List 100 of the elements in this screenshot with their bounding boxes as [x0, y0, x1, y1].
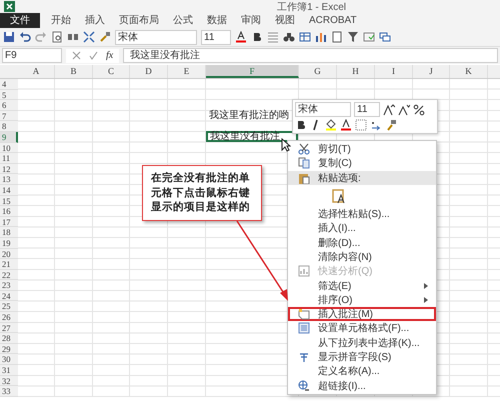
file-tab[interactable]: 文件: [0, 13, 40, 28]
window-icon[interactable]: [379, 31, 391, 43]
brush-icon[interactable]: [99, 31, 111, 43]
menu-item[interactable]: 从下拉列表中选择(K)...: [288, 336, 436, 350]
name-box[interactable]: F9: [2, 48, 62, 63]
font-dropdown[interactable]: 宋体: [295, 102, 351, 117]
document-icon[interactable]: [331, 31, 343, 43]
ribbon-tab[interactable]: 开始: [44, 13, 78, 28]
row-header[interactable]: 5: [0, 90, 18, 100]
binoculars-icon[interactable]: [283, 31, 295, 43]
row-header[interactable]: 16: [0, 206, 18, 217]
ribbon-tab[interactable]: 审阅: [234, 13, 268, 28]
confirm-icon[interactable]: [89, 51, 98, 60]
row-header[interactable]: 10: [0, 142, 18, 154]
ribbon-tab[interactable]: 数据: [200, 13, 234, 28]
column-header[interactable]: I: [375, 65, 413, 78]
row-header[interactable]: 31: [0, 365, 18, 376]
row-header[interactable]: 20: [0, 248, 18, 260]
fill-color-icon[interactable]: [325, 119, 337, 131]
align-icon[interactable]: [267, 31, 279, 43]
format-painter-icon[interactable]: [385, 119, 397, 131]
menu-item[interactable]: 显示拼音字段(S): [288, 350, 436, 364]
column-header[interactable]: K: [450, 65, 488, 78]
shrink-font-icon[interactable]: [398, 104, 410, 116]
font-color-icon[interactable]: [235, 31, 247, 43]
row-header[interactable]: 28: [0, 333, 18, 344]
column-header[interactable]: F: [206, 65, 299, 78]
column-header[interactable]: B: [55, 65, 93, 78]
row-header[interactable]: 17: [0, 216, 18, 228]
row-header[interactable]: 19: [0, 238, 18, 248]
row-header[interactable]: 29: [0, 344, 18, 354]
decimal-icon[interactable]: [370, 119, 382, 131]
chart-icon: [298, 265, 310, 278]
ribbon-tab[interactable]: 公式: [166, 13, 200, 28]
grow-font-icon[interactable]: [383, 104, 395, 116]
font-size-dropdown[interactable]: 11: [354, 102, 380, 117]
row-header[interactable]: 15: [0, 196, 18, 206]
formula-field[interactable]: 我这里没有批注: [123, 48, 498, 63]
row-header[interactable]: 24: [0, 290, 18, 302]
row-header[interactable]: 23: [0, 280, 18, 291]
menu-item[interactable]: 剪切(T): [288, 142, 436, 156]
cell-text[interactable]: 我这里有批注的哟: [206, 110, 292, 120]
row-header[interactable]: 4: [0, 79, 18, 90]
cancel-icon[interactable]: [72, 51, 81, 60]
menu-item[interactable]: 清除内容(N): [288, 250, 436, 264]
row-header[interactable]: 30: [0, 354, 18, 366]
row-header[interactable]: 33: [0, 386, 18, 397]
row-header[interactable]: 7: [0, 110, 18, 122]
row-header[interactable]: 22: [0, 270, 18, 280]
row-header[interactable]: 13: [0, 174, 18, 185]
menu-item[interactable]: 插入批注(M): [288, 306, 436, 322]
row-header[interactable]: 11: [0, 153, 18, 164]
font-dropdown[interactable]: 宋体: [115, 30, 197, 44]
bold-icon[interactable]: [251, 31, 263, 43]
grid-icon[interactable]: [67, 31, 79, 43]
menu-item[interactable]: 筛选(E): [288, 278, 436, 293]
print-preview-icon[interactable]: [51, 31, 63, 43]
menu-item[interactable]: 插入(I)...: [288, 221, 436, 236]
expand-icon[interactable]: [83, 31, 95, 43]
row-header[interactable]: 8: [0, 121, 18, 132]
column-header[interactable]: H: [337, 65, 375, 78]
column-header[interactable]: J: [413, 65, 450, 78]
ribbon-tab[interactable]: 视图: [268, 13, 302, 28]
row-header[interactable]: 6: [0, 100, 18, 111]
menu-item[interactable]: 设置单元格格式(F)...: [288, 321, 436, 336]
menu-item[interactable]: 粘贴选项:: [288, 170, 436, 185]
menu-item[interactable]: 超链接(I)...: [288, 378, 436, 393]
bold-icon[interactable]: [295, 119, 307, 131]
paste-icon[interactable]: [332, 188, 346, 204]
column-header[interactable]: D: [130, 65, 168, 78]
font-color-icon[interactable]: [340, 119, 352, 131]
menu-item[interactable]: 选择性粘贴(S)...: [288, 206, 436, 222]
chart-icon[interactable]: [315, 31, 327, 43]
menu-item[interactable]: 定义名称(A)...: [288, 364, 436, 378]
menu-item[interactable]: 排序(O): [288, 292, 436, 307]
menu-item[interactable]: 复制(C): [288, 156, 436, 171]
row-header[interactable]: 21: [0, 259, 18, 270]
row-header[interactable]: 27: [0, 322, 18, 334]
ribbon-tab[interactable]: ACROBAT: [302, 13, 364, 28]
table-icon[interactable]: [299, 31, 311, 43]
row-header[interactable]: 32: [0, 376, 18, 386]
ribbon-tab[interactable]: 插入: [78, 13, 112, 28]
menu-item[interactable]: 删除(D)...: [288, 235, 436, 250]
column-header[interactable]: G: [299, 65, 337, 78]
row-header[interactable]: 25: [0, 301, 18, 312]
row-header[interactable]: 26: [0, 312, 18, 323]
ribbon-tab[interactable]: 页面布局: [112, 13, 166, 28]
save-icon[interactable]: [3, 31, 15, 43]
filter-icon[interactable]: [347, 31, 359, 43]
checklist-icon[interactable]: [363, 31, 375, 43]
font-size-dropdown[interactable]: 11: [201, 30, 231, 44]
percent-icon[interactable]: [413, 104, 425, 116]
column-header[interactable]: A: [18, 65, 55, 78]
undo-icon[interactable]: [19, 31, 31, 43]
row-header[interactable]: 14: [0, 184, 18, 196]
row-header[interactable]: 9: [0, 132, 18, 143]
column-header[interactable]: C: [93, 65, 130, 78]
row-header[interactable]: 12: [0, 164, 18, 174]
function-button[interactable]: fx: [106, 50, 114, 61]
row-header[interactable]: 18: [0, 227, 18, 238]
